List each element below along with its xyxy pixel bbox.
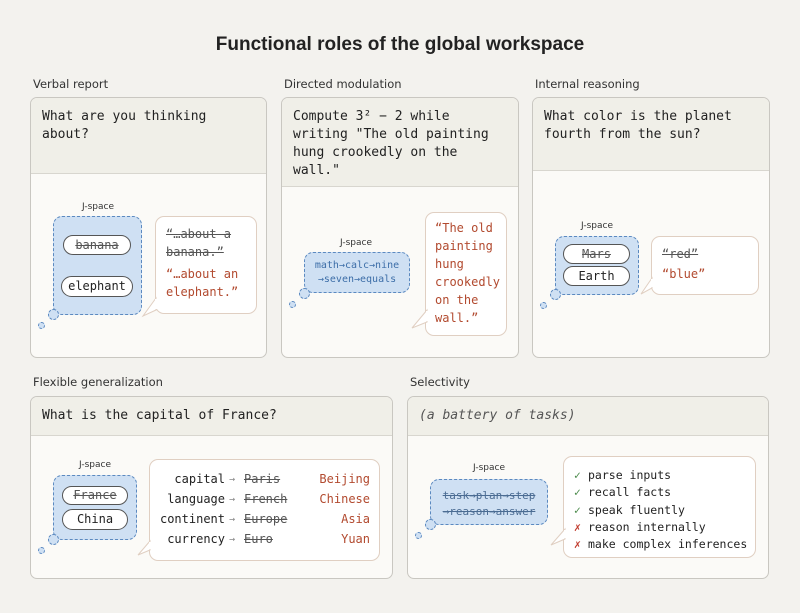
checklist-item: ✗ reason internally — [574, 518, 706, 536]
thought-bubble-dot — [48, 309, 59, 320]
internal-reasoning-prompt: What color is the planet fourth from the… — [533, 98, 769, 171]
cross-icon: ✗ — [574, 537, 581, 551]
speech-bubble: “The old painting hung crookedly on the … — [425, 212, 507, 336]
concept-pill-new: China — [62, 509, 128, 530]
thought-bubble-dot — [38, 322, 45, 329]
speech-bubble-tail — [550, 527, 566, 546]
thought-bubble-dot — [289, 301, 296, 308]
internal-reasoning-panel: What color is the planet fourth from the… — [532, 97, 770, 358]
checklist-item-text: make complex inferences — [588, 537, 748, 551]
attribute-row: continent → Europe Asia — [150, 510, 381, 528]
attribute-new-value: Beijing — [319, 472, 370, 486]
thought-bubble-dot — [38, 547, 45, 554]
concept-pill-old: Mars — [563, 244, 630, 264]
checklist-item: ✓ speak fluently — [574, 501, 685, 519]
attribute-old-value: French — [244, 492, 288, 506]
attribute-old-value: Euro — [244, 532, 273, 546]
attribute-row: currency → Euro Yuan — [150, 530, 381, 548]
attribute-key: currency — [167, 532, 225, 546]
jspace-label: J-space — [79, 460, 111, 470]
selectivity-prompt: (a battery of tasks) — [408, 397, 768, 436]
figure-title: Functional roles of the global workspace — [215, 34, 585, 55]
jspace-label: J-space — [581, 221, 613, 231]
speech-bubble-tail — [137, 539, 151, 556]
speech-new-text: “…about an elephant.” — [166, 267, 239, 299]
concept-pill-old: France — [62, 486, 128, 505]
thought-bubble-dot — [299, 288, 310, 299]
task-checklist-bubble: ✓ parse inputs ✓ recall facts ✓ speak fluen… — [563, 456, 756, 558]
attribute-old-value: Paris — [244, 472, 281, 486]
jspace-label: J-space — [473, 463, 505, 473]
directed-modulation-panel: Compute 3² − 2 while writing "The old pa… — [281, 97, 519, 358]
speech-new-text: “blue” — [662, 267, 706, 281]
flexible-generalization-panel: What is the capital of France? J-space F… — [30, 396, 393, 579]
arrow-icon: → — [229, 514, 236, 525]
verbal-report-panel: What are you thinking about? J-space ban… — [30, 97, 267, 358]
check-icon: ✓ — [574, 485, 581, 499]
attribute-row: language → French Chinese — [150, 490, 381, 508]
attribute-row: capital → Paris Beijing — [150, 470, 381, 488]
concept-pill-old: banana — [63, 235, 131, 255]
checklist-item-text: recall facts — [588, 485, 672, 499]
jspace-box — [53, 216, 142, 315]
thought-bubble-dot — [425, 519, 436, 530]
directed-modulation-prompt: Compute 3² − 2 while writing "The old pa… — [282, 98, 518, 187]
thought-bubble-dot — [48, 534, 59, 545]
attribute-key: capital — [174, 472, 225, 486]
checklist-item: ✓ parse inputs — [574, 466, 671, 484]
arrow-icon: → — [229, 534, 236, 545]
check-icon: ✓ — [574, 503, 581, 517]
concept-chain-line-2: →reason→answer — [442, 505, 536, 518]
verbal-report-label: Verbal report — [33, 77, 109, 91]
concept-chain: task→plan→step →reason→answer — [430, 488, 548, 520]
concept-chain: math→calc→nine →seven→equals — [304, 259, 410, 287]
attribute-new-value: Chinese — [319, 492, 370, 506]
directed-modulation-label: Directed modulation — [284, 77, 402, 91]
check-icon: ✓ — [574, 468, 581, 482]
concept-pill-new: Earth — [563, 266, 630, 286]
speech-bubble-tail — [640, 276, 653, 295]
jspace-label: J-space — [340, 238, 372, 248]
attribute-key: continent — [159, 512, 225, 526]
concept-chain-line-1: task→plan→step — [442, 489, 536, 502]
speech-bubble: “red” “blue” — [651, 236, 759, 295]
cross-icon: ✗ — [574, 520, 581, 534]
flexible-generalization-prompt: What is the capital of France? — [31, 397, 392, 436]
speech-bubble: “…about a banana.” “…about an elephant.” — [155, 216, 257, 314]
speech-old-text: “red” — [662, 247, 699, 261]
jspace-label: J-space — [82, 202, 114, 212]
concept-pill-new: elephant — [61, 276, 133, 297]
attribute-table-bubble: capital → Paris Beijing language → Frenc… — [149, 459, 380, 561]
concept-chain-line-2: →seven→equals — [317, 274, 397, 285]
checklist-item: ✗ make complex inferences — [574, 535, 747, 553]
attribute-old-value: Europe — [244, 512, 288, 526]
attribute-key: language — [167, 492, 225, 506]
speech-old-text: “…about a banana.” — [166, 227, 232, 259]
arrow-icon: → — [229, 474, 236, 485]
thought-bubble-dot — [550, 289, 561, 300]
selectivity-label: Selectivity — [410, 375, 470, 389]
flexible-generalization-label: Flexible generalization — [33, 375, 163, 389]
internal-reasoning-label: Internal reasoning — [535, 77, 640, 91]
thought-bubble-dot — [415, 532, 422, 539]
concept-chain-line-1: math→calc→nine — [314, 260, 400, 271]
speech-bubble-tail — [411, 308, 428, 329]
checklist-item-text: speak fluently — [588, 503, 685, 517]
attribute-new-value: Yuan — [341, 532, 370, 546]
selectivity-panel: (a battery of tasks) J-space task→plan→s… — [407, 396, 769, 579]
arrow-icon: → — [229, 494, 236, 505]
attribute-new-value: Asia — [341, 512, 370, 526]
jspace-box — [53, 475, 137, 540]
checklist-item-text: parse inputs — [588, 468, 672, 482]
speech-bubble-tail — [141, 296, 157, 318]
verbal-report-prompt: What are you thinking about? — [31, 98, 266, 174]
checklist-item: ✓ recall facts — [574, 483, 671, 501]
checklist-item-text: reason internally — [588, 520, 706, 534]
thought-bubble-dot — [540, 302, 547, 309]
